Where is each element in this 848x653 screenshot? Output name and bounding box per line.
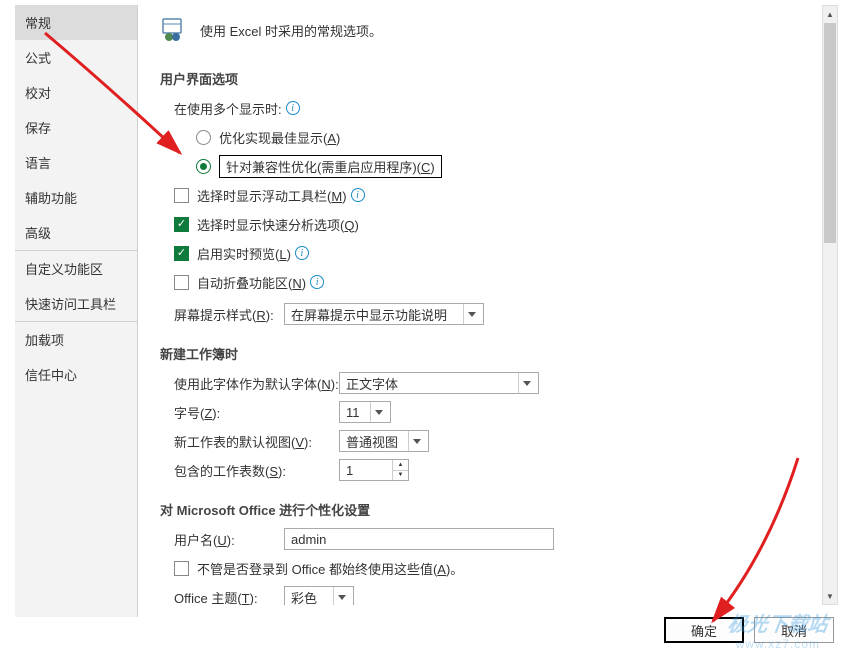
sidebar-item-formulas[interactable]: 公式: [15, 40, 137, 75]
dropdown-arrow-icon: [518, 373, 534, 393]
dropdown-arrow-icon: [333, 587, 349, 605]
info-icon[interactable]: i: [295, 246, 309, 260]
spin-up-icon[interactable]: ▲: [393, 460, 408, 471]
sidebar-item-custom-ribbon[interactable]: 自定义功能区: [15, 251, 137, 286]
section-personalize: 对 Microsoft Office 进行个性化设置: [160, 500, 822, 519]
ok-button[interactable]: 确定: [664, 617, 744, 643]
sidebar-item-general[interactable]: 常规: [15, 5, 137, 40]
chk-collapse-label: 自动折叠功能区(N): [197, 273, 306, 292]
dropdown-arrow-icon: [463, 304, 479, 324]
radio-compat-label: 针对兼容性优化(需重启应用程序)(C): [219, 155, 442, 178]
radio-optimize-label: 优化实现最佳显示(A): [219, 128, 340, 147]
screentip-label: 屏幕提示样式(R):: [174, 305, 284, 324]
default-font-combo[interactable]: 正文字体: [339, 372, 539, 394]
vertical-scrollbar[interactable]: ▲ ▼: [822, 5, 838, 605]
font-size-value: 11: [346, 405, 360, 420]
sidebar-item-addins[interactable]: 加载项: [15, 322, 137, 357]
sidebar-item-proofing[interactable]: 校对: [15, 75, 137, 110]
sidebar-item-save[interactable]: 保存: [15, 110, 137, 145]
options-icon: [160, 15, 190, 45]
sidebar-item-accessibility[interactable]: 辅助功能: [15, 180, 137, 215]
username-input[interactable]: admin: [284, 528, 554, 550]
font-size-combo[interactable]: 11: [339, 401, 391, 423]
office-theme-label: Office 主题(T):: [174, 588, 284, 606]
header-title: 使用 Excel 时采用的常规选项。: [200, 21, 382, 40]
scroll-thumb[interactable]: [824, 23, 836, 243]
username-label: 用户名(U):: [174, 530, 284, 549]
chk-quick-analysis[interactable]: [174, 217, 189, 232]
default-font-value: 正文字体: [346, 374, 398, 393]
radio-compat-optimize[interactable]: [196, 159, 211, 174]
sidebar: 常规 公式 校对 保存 语言 辅助功能 高级 自定义功能区 快速访问工具栏 加载…: [15, 5, 138, 617]
info-icon[interactable]: i: [286, 101, 300, 115]
sidebar-item-quick-access[interactable]: 快速访问工具栏: [15, 286, 137, 321]
section-ui-options: 用户界面选项: [160, 69, 822, 88]
office-theme-value: 彩色: [291, 588, 317, 606]
dropdown-arrow-icon: [408, 431, 424, 451]
sheet-count-spinner[interactable]: 1 ▲ ▼: [339, 459, 409, 481]
chk-always-use[interactable]: [174, 561, 189, 576]
info-icon[interactable]: i: [310, 275, 324, 289]
sidebar-item-trust[interactable]: 信任中心: [15, 357, 137, 392]
main-panel: 使用 Excel 时采用的常规选项。 用户界面选项 在使用多个显示时: i 优化…: [150, 5, 822, 605]
font-size-label: 字号(Z):: [174, 403, 339, 422]
sheet-count-value: 1: [346, 463, 353, 478]
sidebar-item-language[interactable]: 语言: [15, 145, 137, 180]
chk-quick-label: 选择时显示快速分析选项(Q): [197, 215, 359, 234]
chk-live-label: 启用实时预览(L): [197, 244, 291, 263]
chk-collapse-ribbon[interactable]: [174, 275, 189, 290]
default-view-label: 新工作表的默认视图(V):: [174, 432, 339, 451]
default-font-label: 使用此字体作为默认字体(N):: [174, 374, 339, 393]
default-view-value: 普通视图: [346, 432, 398, 451]
sheet-count-label: 包含的工作表数(S):: [174, 461, 339, 480]
office-theme-combo[interactable]: 彩色: [284, 586, 354, 605]
screentip-value: 在屏幕提示中显示功能说明: [291, 305, 447, 324]
chk-mini-label: 选择时显示浮动工具栏(M): [197, 186, 347, 205]
chk-live-preview[interactable]: [174, 246, 189, 261]
chk-mini-toolbar[interactable]: [174, 188, 189, 203]
scroll-up-icon[interactable]: ▲: [823, 6, 837, 22]
cancel-button[interactable]: 取消: [754, 617, 834, 643]
multi-display-label: 在使用多个显示时:: [174, 99, 282, 118]
scroll-down-icon[interactable]: ▼: [823, 588, 837, 604]
info-icon[interactable]: i: [351, 188, 365, 202]
sidebar-item-advanced[interactable]: 高级: [15, 215, 137, 250]
spin-down-icon[interactable]: ▼: [393, 471, 408, 481]
dropdown-arrow-icon: [370, 402, 386, 422]
radio-optimize-display[interactable]: [196, 130, 211, 145]
default-view-combo[interactable]: 普通视图: [339, 430, 429, 452]
section-new-workbook: 新建工作簿时: [160, 344, 822, 363]
screentip-combo[interactable]: 在屏幕提示中显示功能说明: [284, 303, 484, 325]
chk-always-label: 不管是否登录到 Office 都始终使用这些值(A)。: [197, 559, 463, 578]
username-value: admin: [291, 532, 326, 547]
